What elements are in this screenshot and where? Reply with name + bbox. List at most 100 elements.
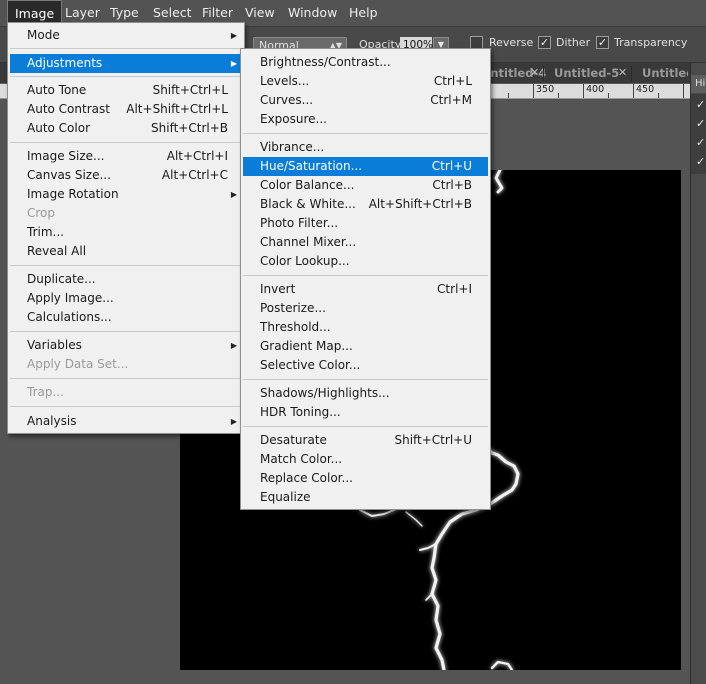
menu-item-trim[interactable]: Trim... [10,223,242,242]
menu-separator [243,275,488,276]
menu-item-label: HDR Toning... [260,405,341,419]
menu-item-levels[interactable]: Levels... Ctrl+L [243,72,488,91]
ruler-label: 450 [636,84,655,95]
menu-item-label: Hue/Saturation... [260,159,363,173]
menu-window[interactable]: Window [281,0,344,26]
checkmark-icon: ✓ [539,36,550,49]
ruler-label: 400 [586,84,605,95]
menu-help[interactable]: Help [342,0,385,26]
submenu-arrow-icon: ▶ [230,59,237,68]
dither-checkbox[interactable]: ✓ [538,36,551,49]
menu-item-auto-tone[interactable]: Auto Tone Shift+Ctrl+L [10,81,242,100]
menu-item-hue-saturation[interactable]: Hue/Saturation... Ctrl+U [243,157,488,176]
menu-item-image-size[interactable]: Image Size... Alt+Ctrl+I [10,147,242,166]
menu-item-variables[interactable]: Variables ▶ [10,336,242,355]
image-menu: Mode ▶ Adjustments ▶ Auto Tone Shift+Ctrl+L… [7,22,245,434]
menu-item-shortcut: Shift+Ctrl+L [152,83,228,97]
tab-untitled-5[interactable]: Untitled-5 [554,64,619,83]
menu-item-label: Apply Image... [27,291,114,305]
menu-item-crop: Crop [10,204,242,223]
menu-item-shadows-highlights[interactable]: Shadows/Highlights... [243,384,488,403]
menu-item-brightness-contrast[interactable]: Brightness/Contrast... [243,53,488,72]
menu-item-label: Trim... [27,225,64,239]
ruler-tick [633,84,634,98]
checkmark-icon[interactable]: ✓ [696,155,705,168]
submenu-arrow-icon: ▶ [230,417,237,426]
checkmark-icon[interactable]: ✓ [696,98,705,111]
menu-item-hdr-toning[interactable]: HDR Toning... [243,403,488,422]
menu-item-shortcut: Ctrl+L [433,74,472,88]
menu-item-auto-color[interactable]: Auto Color Shift+Ctrl+B [10,119,242,138]
menu-item-match-color[interactable]: Match Color... [243,450,488,469]
menu-item-label: Variables [27,338,82,352]
menu-separator [10,406,242,407]
menu-item-label: Color Lookup... [260,254,350,268]
menu-item-label: Shadows/Highlights... [260,386,390,400]
transparency-checkbox[interactable]: ✓ [596,36,609,49]
menu-item-label: Adjustments [27,56,103,70]
menu-item-adjustments[interactable]: Adjustments ▶ [10,54,242,73]
menu-item-curves[interactable]: Curves... Ctrl+M [243,91,488,110]
menu-item-analysis[interactable]: Analysis ▶ [10,412,242,431]
menu-item-label: Crop [27,206,56,220]
submenu-arrow-icon: ▶ [230,341,237,350]
menu-item-shortcut: Alt+Shift+Ctrl+L [126,102,228,116]
menu-item-mode[interactable]: Mode ▶ [10,26,242,45]
menu-item-canvas-size[interactable]: Canvas Size... Alt+Ctrl+C [10,166,242,185]
menu-item-reveal-all[interactable]: Reveal All [10,242,242,261]
ruler-tick [683,84,684,98]
tab-divider [543,66,544,81]
menu-item-label: Reveal All [27,244,87,258]
menu-item-label: Auto Contrast [27,102,110,116]
ruler-label: 350 [536,84,555,95]
menu-item-label: Black & White... [260,197,356,211]
menu-item-color-lookup[interactable]: Color Lookup... [243,252,488,271]
menu-item-label: Exposure... [260,112,327,126]
menu-item-black-white[interactable]: Black & White... Alt+Shift+Ctrl+B [243,195,488,214]
menu-item-apply-image[interactable]: Apply Image... [10,289,242,308]
menu-item-label: Image Rotation [27,187,119,201]
menu-item-label: Posterize... [260,301,326,315]
menu-item-label: Analysis [27,414,77,428]
tab-untitled-6[interactable]: Untitled-6 [642,64,688,83]
menu-item-label: Auto Tone [27,83,87,97]
menu-item-label: Trap... [27,385,64,399]
history-panel-title[interactable]: Hi [691,75,706,93]
menu-item-replace-color[interactable]: Replace Color... [243,469,488,488]
menu-item-channel-mixer[interactable]: Channel Mixer... [243,233,488,252]
transparency-label: Transparency [614,36,688,49]
menu-separator [243,379,488,380]
menu-item-selective-color[interactable]: Selective Color... [243,356,488,375]
menu-item-color-balance[interactable]: Color Balance... Ctrl+B [243,176,488,195]
menu-item-calculations[interactable]: Calculations... [10,308,242,327]
ruler-tick [608,93,609,98]
checkmark-icon[interactable]: ✓ [696,117,705,130]
menu-item-photo-filter[interactable]: Photo Filter... [243,214,488,233]
ruler-tick [558,93,559,98]
history-panel: Hi ✓ ✓ ✓ ✓ [690,63,706,684]
history-panel-list: ✓ ✓ ✓ ✓ [691,94,706,174]
menu-item-exposure[interactable]: Exposure... [243,110,488,129]
menu-item-label: Threshold... [260,320,331,334]
menu-item-duplicate[interactable]: Duplicate... [10,270,242,289]
menu-item-auto-contrast[interactable]: Auto Contrast Alt+Shift+Ctrl+L [10,100,242,119]
menu-item-invert[interactable]: Invert Ctrl+I [243,280,488,299]
menu-separator [10,76,242,77]
close-icon[interactable]: ✕ [618,64,627,82]
checkmark-icon[interactable]: ✓ [696,136,705,149]
menu-item-vibrance[interactable]: Vibrance... [243,138,488,157]
menu-item-gradient-map[interactable]: Gradient Map... [243,337,488,356]
menu-item-threshold[interactable]: Threshold... [243,318,488,337]
menu-separator [243,133,488,134]
menu-item-desaturate[interactable]: Desaturate Shift+Ctrl+U [243,431,488,450]
menu-item-image-rotation[interactable]: Image Rotation ▶ [10,185,242,204]
menu-item-posterize[interactable]: Posterize... [243,299,488,318]
menu-item-label: Mode [27,28,60,42]
menu-item-label: Match Color... [260,452,343,466]
close-icon[interactable]: ✕ [530,64,539,82]
submenu-arrow-icon: ▶ [230,31,237,40]
dither-label: Dither [556,36,591,49]
menu-item-equalize[interactable]: Equalize [243,488,488,507]
menu-item-label: Vibrance... [260,140,325,154]
menu-item-shortcut: Alt+Ctrl+I [166,149,228,163]
